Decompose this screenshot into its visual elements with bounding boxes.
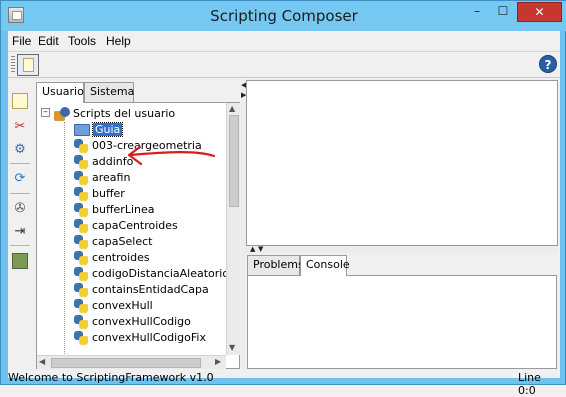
- main-toolbar: ?: [8, 51, 560, 78]
- splitter-down-icon[interactable]: ▼: [258, 245, 263, 253]
- scrollbar-thumb[interactable]: [229, 115, 239, 207]
- tree-script-item[interactable]: centroides: [74, 250, 150, 266]
- scroll-down-icon[interactable]: ▼: [229, 343, 235, 352]
- python-file-icon: [74, 283, 88, 297]
- minimize-button[interactable]: –: [464, 2, 490, 22]
- menu-bar: File Edit Tools Help: [8, 31, 560, 51]
- title-bar[interactable]: Scripting Composer – ☐ ✕: [1, 1, 566, 31]
- horizontal-splitter[interactable]: ▲ ▼: [246, 245, 558, 253]
- menu-file[interactable]: File: [12, 34, 31, 48]
- import-icon[interactable]: ⇥: [12, 224, 28, 240]
- app-window: Scripting Composer – ☐ ✕ File Edit Tools…: [0, 0, 566, 397]
- python-file-icon: [74, 155, 88, 169]
- new-document-icon: [23, 58, 34, 72]
- maximize-button[interactable]: ☐: [490, 2, 516, 22]
- package-icon[interactable]: [12, 253, 28, 269]
- splitter-up-icon[interactable]: ▲: [250, 245, 255, 253]
- script-tree-panel: – Scripts del usuario Guia 003-creargeom…: [36, 102, 240, 369]
- tree-script-label: convexHullCodigo: [92, 315, 191, 328]
- scrollbar-thumb[interactable]: [51, 358, 201, 368]
- python-file-icon: [74, 203, 88, 217]
- python-file-icon: [74, 315, 88, 329]
- python-file-icon: [74, 251, 88, 265]
- tree-script-label: buffer: [92, 187, 125, 200]
- help-icon[interactable]: ?: [539, 55, 557, 73]
- cut-script-icon[interactable]: ✂: [12, 119, 28, 135]
- menu-tools[interactable]: Tools: [68, 34, 96, 48]
- new-document-button[interactable]: [17, 54, 39, 76]
- cursor-position: Line 0:0: [518, 371, 541, 397]
- tree-folder-label: Guia: [91, 122, 124, 137]
- tree-script-label: capaCentroides: [92, 219, 178, 232]
- tree-script-item[interactable]: convexHullCodigo: [74, 314, 191, 330]
- toolbar-separator: [10, 193, 30, 194]
- menu-help[interactable]: Help: [106, 34, 131, 48]
- scroll-right-icon[interactable]: ▶: [215, 357, 221, 366]
- tree-script-label: areafin: [92, 171, 131, 184]
- new-script-icon[interactable]: [12, 93, 28, 109]
- client-area: File Edit Tools Help ? ✂ ⚙ ⟳ ✇ ⇥ Usuario…: [8, 31, 560, 397]
- tab-console[interactable]: Console: [300, 255, 350, 276]
- tab-usuario[interactable]: Usuario: [36, 82, 84, 103]
- scroll-up-icon[interactable]: ▲: [229, 104, 235, 113]
- script-editor[interactable]: [246, 80, 558, 246]
- tree-vertical-scrollbar[interactable]: ▲ ▼: [226, 103, 240, 355]
- tree-script-item[interactable]: codigoDistanciaAleatorios: [74, 266, 226, 282]
- tree-guide-line: [64, 122, 65, 355]
- tree-root[interactable]: Scripts del usuario: [54, 106, 175, 122]
- toolbar-separator: [10, 163, 30, 164]
- python-file-icon: [74, 267, 88, 281]
- python-file-icon: [74, 299, 88, 313]
- tree-script-label: centroides: [92, 251, 150, 264]
- collapse-toggle[interactable]: –: [41, 108, 50, 117]
- tree-script-item[interactable]: capaSelect: [74, 234, 152, 250]
- console-output[interactable]: [247, 275, 557, 369]
- tree-script-item[interactable]: areafin: [74, 170, 130, 186]
- tab-problems[interactable]: Problems: [247, 255, 304, 275]
- tree-root-label: Scripts del usuario: [73, 107, 176, 120]
- python-file-icon: [74, 219, 88, 233]
- refresh-icon[interactable]: ⟳: [12, 171, 28, 187]
- tools-icon[interactable]: ✇: [12, 201, 28, 217]
- tree-script-item[interactable]: addinfo: [74, 154, 133, 170]
- tree-folder-guia[interactable]: Guia: [74, 122, 124, 138]
- tree-script-label: containsEntidadCapa: [92, 283, 209, 296]
- vertical-toolbar: ✂ ⚙ ⟳ ✇ ⇥: [8, 79, 32, 369]
- tree-script-item[interactable]: capaCentroides: [74, 218, 178, 234]
- tree-script-label: codigoDistanciaAleatorios: [92, 267, 226, 280]
- status-bar: Welcome to ScriptingFramework v1.0 Line …: [8, 370, 560, 397]
- tree-script-item[interactable]: buffer: [74, 186, 125, 202]
- status-message: Welcome to ScriptingFramework v1.0: [8, 371, 214, 384]
- settings-icon[interactable]: ⚙: [12, 142, 28, 158]
- close-button[interactable]: ✕: [517, 2, 562, 22]
- scroll-left-icon[interactable]: ◀: [39, 357, 45, 366]
- python-file-icon: [74, 139, 88, 153]
- python-file-icon: [74, 331, 88, 345]
- toolbar-separator: [10, 245, 30, 246]
- script-tree: – Scripts del usuario Guia 003-creargeom…: [37, 103, 226, 355]
- tab-sistema[interactable]: Sistema: [84, 82, 134, 102]
- python-file-icon: [74, 171, 88, 185]
- tree-script-label: bufferLinea: [92, 203, 155, 216]
- menu-edit[interactable]: Edit: [38, 34, 59, 48]
- tree-script-label: convexHullCodigoFix: [92, 331, 206, 344]
- red-annotation-arrow: [127, 145, 216, 166]
- tree-horizontal-scrollbar[interactable]: ◀ ▶: [37, 355, 226, 369]
- tree-script-label: convexHull: [92, 299, 153, 312]
- python-file-icon: [74, 187, 88, 201]
- python-file-icon: [74, 235, 88, 249]
- folder-icon: [74, 124, 90, 136]
- tree-script-item[interactable]: convexHullCodigoFix: [74, 330, 206, 346]
- user-scripts-icon: [54, 106, 70, 122]
- tree-script-item[interactable]: bufferLinea: [74, 202, 155, 218]
- tree-script-item[interactable]: convexHull: [74, 298, 153, 314]
- toolbar-grip[interactable]: [11, 56, 15, 74]
- tree-script-label: capaSelect: [92, 235, 153, 248]
- tree-script-item[interactable]: containsEntidadCapa: [74, 282, 209, 298]
